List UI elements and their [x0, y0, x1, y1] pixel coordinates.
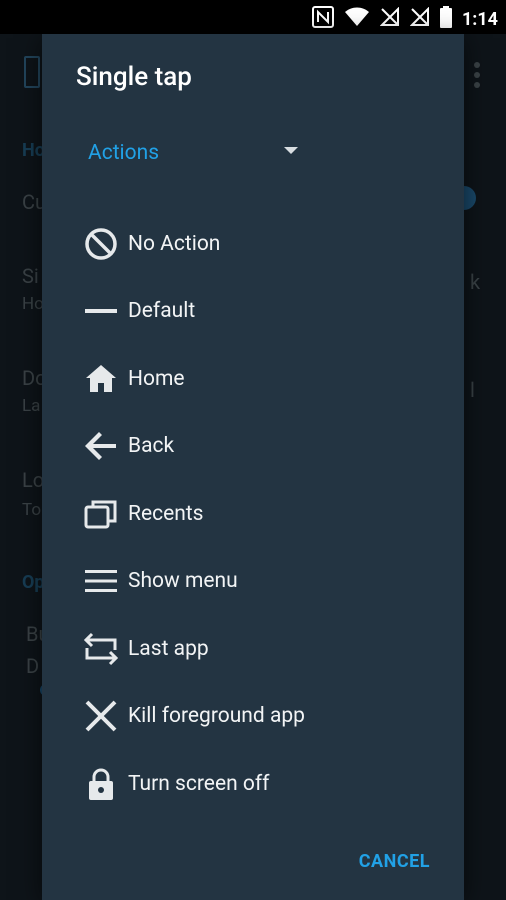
- home-icon: [82, 360, 120, 398]
- action-item-label: Back: [128, 434, 175, 459]
- action-item-label: Show menu: [128, 569, 238, 594]
- lock-icon: [82, 765, 120, 803]
- action-item-back[interactable]: Back: [42, 413, 464, 481]
- action-item-label: Turn screen off: [128, 771, 270, 796]
- action-item-default[interactable]: Default: [42, 278, 464, 346]
- recents-icon: [82, 495, 120, 533]
- action-item-last-app[interactable]: Last app: [42, 615, 464, 683]
- close-icon: [82, 697, 120, 735]
- block-icon: [82, 225, 120, 263]
- action-list: No Action Default Home Back Recents Show…: [42, 210, 464, 818]
- action-picker-dialog: Single tap Actions No Action Default Hom…: [42, 34, 464, 900]
- action-item-home[interactable]: Home: [42, 345, 464, 413]
- cancel-button[interactable]: CANCEL: [359, 851, 430, 872]
- action-item-no-action[interactable]: No Action: [42, 210, 464, 278]
- action-item-label: Kill foreground app: [128, 704, 305, 729]
- status-time: 1:14: [461, 8, 498, 30]
- action-item-label: No Action: [128, 231, 221, 256]
- action-item-label: Recents: [128, 501, 204, 526]
- menu-icon: [82, 562, 120, 600]
- no-sim-icon: [379, 6, 400, 31]
- action-item-label: Home: [128, 366, 185, 391]
- action-item-kill-foreground-app[interactable]: Kill foreground app: [42, 683, 464, 751]
- action-item-show-menu[interactable]: Show menu: [42, 548, 464, 616]
- minus-icon: [82, 292, 120, 330]
- last-app-icon: [82, 630, 120, 668]
- action-item-turn-screen-off[interactable]: Turn screen off: [42, 750, 464, 818]
- actions-dropdown[interactable]: Actions: [76, 130, 316, 176]
- status-bar: 1:14: [0, 0, 506, 34]
- back-arrow-icon: [82, 427, 120, 465]
- chevron-down-icon: [284, 147, 298, 154]
- battery-icon: [439, 6, 452, 32]
- dialog-title: Single tap: [76, 62, 192, 92]
- no-sim-icon: [409, 6, 430, 31]
- action-item-label: Last app: [128, 636, 209, 661]
- action-item-recents[interactable]: Recents: [42, 480, 464, 548]
- wifi-icon: [344, 7, 370, 31]
- nfc-icon: [311, 6, 334, 32]
- action-item-label: Default: [128, 299, 196, 324]
- dropdown-value: Actions: [88, 141, 160, 165]
